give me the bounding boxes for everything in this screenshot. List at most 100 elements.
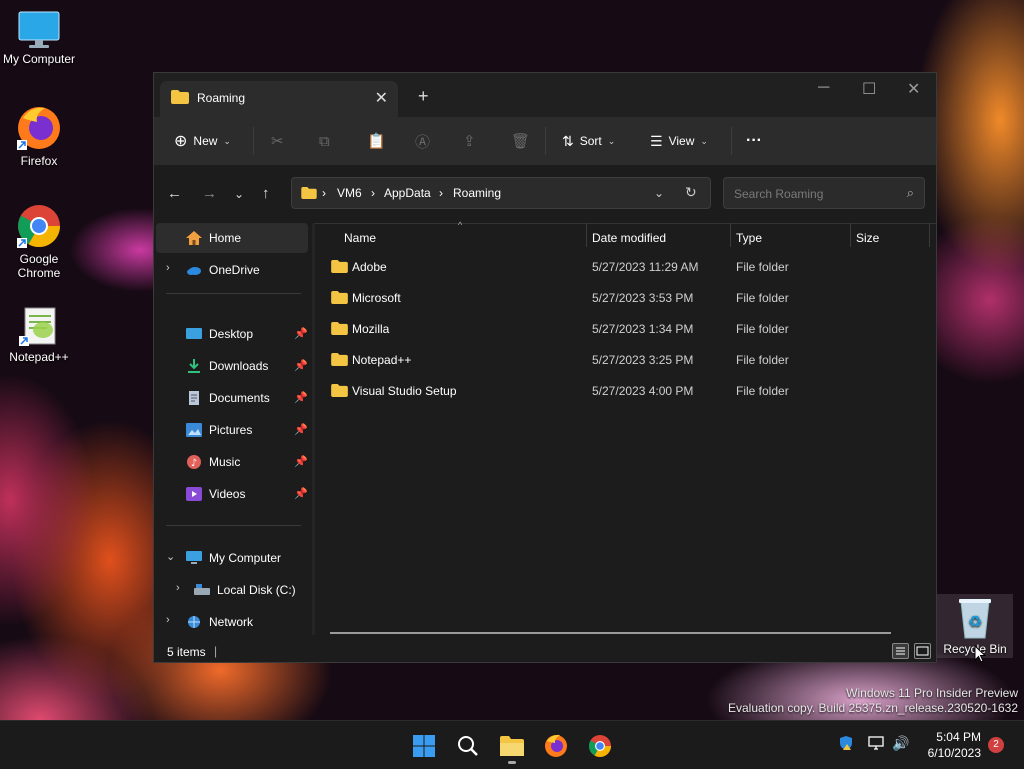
column-header-name[interactable]: Name [344,231,376,245]
sidebar-item-network[interactable]: › Network [156,607,308,637]
pane-splitter[interactable] [312,223,315,635]
copy-button[interactable]: ⧉ [319,129,330,153]
sidebar-item-local-disk[interactable]: › Local Disk (C:) [156,575,308,605]
monitor-icon [186,551,202,564]
address-bar[interactable]: › VM6 › AppData › Roaming ⌄ ↻ [291,177,711,209]
breadcrumb-separator[interactable]: › [371,186,375,200]
start-button[interactable] [411,733,437,759]
file-type: File folder [736,353,789,367]
new-button[interactable]: ⊕ New ⌄ [174,129,231,153]
share-button[interactable]: ⇪ [463,129,476,153]
search-box[interactable]: ⌕ [723,177,925,209]
folder-icon [331,260,348,273]
breadcrumb-separator[interactable]: › [439,186,443,200]
search-input[interactable] [732,184,896,204]
chevron-right-icon[interactable]: › [166,614,170,626]
tiles-view-button[interactable] [914,643,931,659]
command-bar: ⊕ New ⌄ ✂ ⧉ 📋 Ⓐ ⇪ 🗑 ⇅ Sort ⌄ ☰ View ⌄ ··… [154,117,936,166]
table-row[interactable]: Microsoft 5/27/2023 3:53 PM File folder [317,282,917,313]
firefox-taskbar-button[interactable] [543,733,569,759]
refresh-icon[interactable]: ↻ [685,184,697,201]
sidebar-item-label: Local Disk (C:) [217,583,296,597]
breadcrumb-roaming[interactable]: Roaming [453,186,501,200]
file-name: Visual Studio Setup [352,384,457,398]
up-button[interactable]: ↑ [262,185,270,202]
desktop-icon-firefox[interactable]: Firefox [1,104,77,168]
sidebar-item-home[interactable]: Home [156,223,308,253]
column-header-size[interactable]: Size [856,231,879,245]
tab-label: Roaming [197,91,246,105]
defender-shield-icon[interactable] [838,735,854,754]
details-view-button[interactable] [892,643,909,659]
network-tray-icon[interactable] [868,735,884,754]
sidebar-item-label: Videos [209,487,246,501]
view-label: View [668,134,695,148]
breadcrumb-appdata[interactable]: AppData [384,186,431,200]
search-icon: ⌕ [906,185,914,200]
navigation-pane: Home › OneDrive Desktop 📌 Downloads 📌 Do… [154,223,312,635]
minimize-button[interactable]: ─ [818,79,829,97]
sidebar-item-downloads[interactable]: Downloads 📌 [156,351,308,381]
table-row[interactable]: Notepad++ 5/27/2023 3:25 PM File folder [317,344,917,375]
sidebar-item-music[interactable]: ♪ Music 📌 [156,447,308,477]
sidebar-item-label: Desktop [209,327,254,341]
notification-badge[interactable]: 2 [988,737,1004,753]
column-header-date[interactable]: Date modified [592,231,666,245]
view-button[interactable]: ☰ View ⌄ [650,129,708,153]
file-list: Name ^ Date modified Type Size Adobe 5/2… [317,220,936,635]
chevron-down-icon[interactable]: ⌄ [166,550,175,563]
sidebar-item-videos[interactable]: Videos 📌 [156,479,308,509]
chrome-taskbar-button[interactable] [587,733,613,759]
sidebar-item-desktop[interactable]: Desktop 📌 [156,319,308,349]
chevron-right-icon[interactable]: › [166,262,170,274]
shield-warning-icon [840,736,852,750]
search-taskbar-button[interactable] [455,733,481,759]
table-row[interactable]: Adobe 5/27/2023 11:29 AM File folder [317,251,917,282]
pin-icon: 📌 [294,328,308,340]
sidebar-item-pictures[interactable]: Pictures 📌 [156,415,308,445]
desktop-icon-my-computer[interactable]: My Computer [1,10,77,66]
sidebar-item-onedrive[interactable]: › OneDrive [156,255,308,285]
sidebar-item-my-computer[interactable]: ⌄ My Computer [156,543,308,573]
chevron-right-icon[interactable]: › [176,582,180,594]
desktop-icon-notepadpp[interactable]: Notepad++ [1,304,77,364]
delete-button[interactable]: 🗑 [511,129,530,153]
table-row[interactable]: Mozilla 5/27/2023 1:34 PM File folder [317,313,917,344]
breadcrumb-vm6[interactable]: VM6 [337,186,362,200]
status-separator: | [214,644,218,658]
network-icon [188,616,200,628]
folder-icon [331,291,348,304]
new-label: New [193,134,218,148]
desktop-icon-label: Notepad++ [9,350,69,364]
recent-locations-button[interactable]: ⌄ [234,187,244,201]
close-tab-icon[interactable]: ✕ [375,88,388,108]
back-button[interactable]: ← [167,185,182,202]
paste-button[interactable]: 📋 [367,129,386,153]
more-options-button[interactable]: ··· [746,129,762,153]
picture-icon [186,423,202,437]
breadcrumb-separator[interactable]: › [322,186,326,200]
file-explorer-taskbar-button[interactable] [499,733,525,759]
close-window-button[interactable]: ✕ [907,79,920,99]
forward-button[interactable]: → [202,185,217,202]
sort-button[interactable]: ⇅ Sort ⌄ [562,129,615,153]
column-header-type[interactable]: Type [736,231,762,245]
address-history-chevron-icon[interactable]: ⌄ [654,186,664,200]
horizontal-scrollbar[interactable] [330,632,891,634]
table-row[interactable]: Visual Studio Setup 5/27/2023 4:00 PM Fi… [317,375,917,406]
clock[interactable]: 5:04 PM 6/10/2023 [928,729,981,761]
clock-date: 6/10/2023 [927,746,981,760]
sidebar-item-documents[interactable]: Documents 📌 [156,383,308,413]
watermark-line-1: Windows 11 Pro Insider Preview [846,686,1018,700]
volume-icon[interactable]: 🔊 [892,735,909,752]
mouse-cursor-icon [974,645,986,663]
trash-icon: 🗑 [511,133,531,150]
tab-roaming[interactable]: Roaming ✕ [160,81,398,117]
rename-button[interactable]: Ⓐ [415,129,430,153]
maximize-button[interactable]: ☐ [862,79,876,99]
desktop-icon-chrome[interactable]: Google Chrome [1,202,77,280]
new-tab-button[interactable]: + [418,86,429,107]
cloud-icon [187,267,201,275]
cut-button[interactable]: ✂ [271,129,284,153]
clipboard-icon: 📋 [367,133,386,150]
